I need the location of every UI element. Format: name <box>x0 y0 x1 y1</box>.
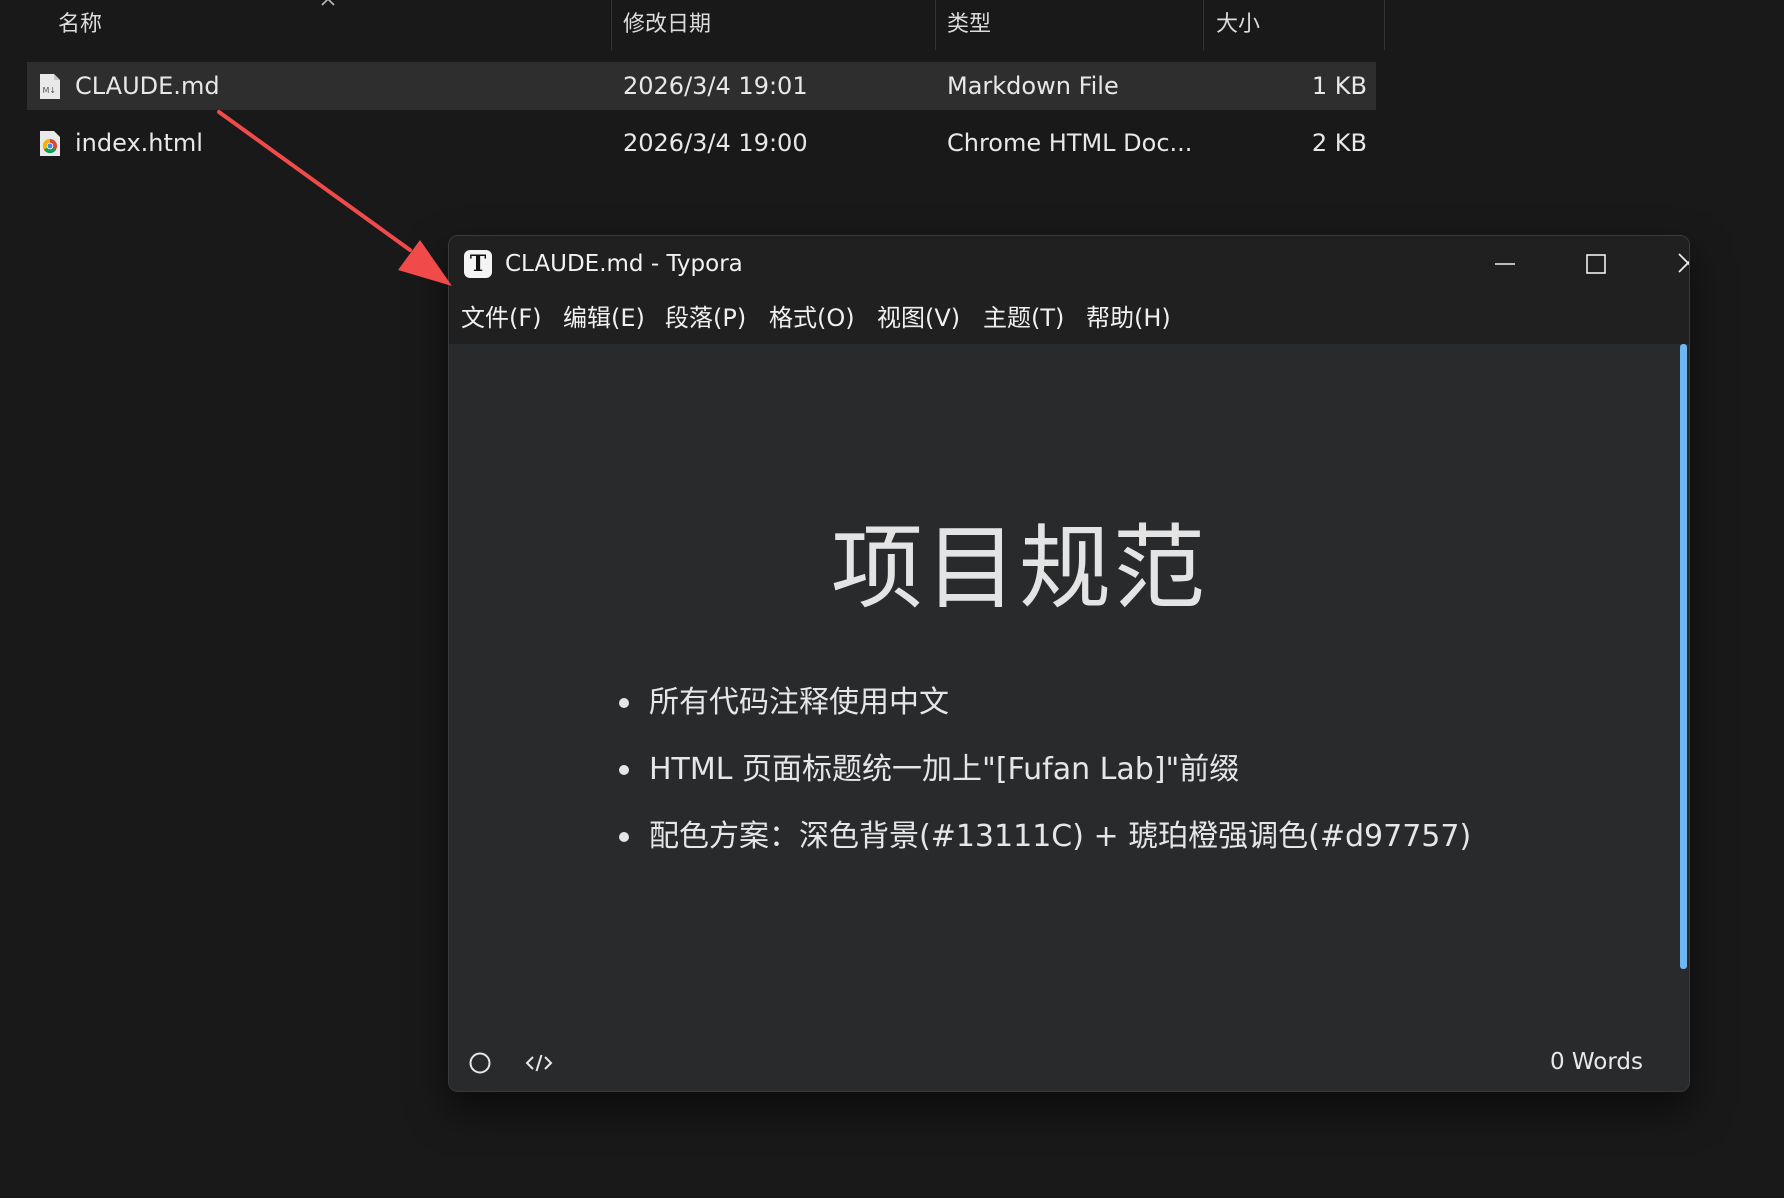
column-header-modified[interactable]: 修改日期 <box>623 0 711 50</box>
close-icon <box>1678 253 1689 273</box>
column-divider[interactable] <box>935 0 936 50</box>
scrollbar[interactable] <box>1680 344 1687 969</box>
list-item-text: HTML 页面标题统一加上"[Fufan Lab]"前缀 <box>649 752 1240 787</box>
outline-toggle-icon[interactable] <box>465 1048 495 1078</box>
file-name: CLAUDE.md <box>75 72 220 100</box>
menu-file[interactable]: 文件(F) <box>461 292 542 344</box>
file-modified-date: 2026/3/4 19:01 <box>623 72 808 100</box>
minimize-button[interactable] <box>1459 236 1549 292</box>
markdown-file-icon: M↓ <box>40 74 60 99</box>
minimize-icon <box>1495 263 1515 265</box>
menu-edit[interactable]: 编辑(E) <box>563 292 645 344</box>
typora-app-icon: T <box>464 250 492 278</box>
chrome-html-file-icon <box>40 131 60 156</box>
word-count[interactable]: 0 Words <box>1550 1034 1643 1091</box>
menu-view[interactable]: 视图(V) <box>877 292 960 344</box>
title-bar[interactable]: T CLAUDE.md - Typora <box>449 236 1689 292</box>
column-header-type[interactable]: 类型 <box>947 0 991 50</box>
maximize-button[interactable] <box>1549 236 1639 292</box>
editor-area[interactable]: 项目规范 所有代码注释使用中文 HTML 页面标题统一加上"[Fufan Lab… <box>449 344 1689 1034</box>
document-heading[interactable]: 项目规范 <box>449 494 1589 627</box>
file-row-claude-md[interactable]: M↓ CLAUDE.md 2026/3/4 19:01 Markdown Fil… <box>27 62 1376 110</box>
file-size: 1 KB <box>1311 72 1367 100</box>
column-header-name[interactable]: 名称 <box>58 0 102 50</box>
list-item[interactable]: 所有代码注释使用中文 <box>619 669 1471 736</box>
typora-window: T CLAUDE.md - Typora 文件(F) 编辑(E) 段落(P) 格… <box>448 235 1690 1092</box>
list-item-text: 所有代码注释使用中文 <box>649 685 949 720</box>
source-code-mode-icon[interactable] <box>524 1048 554 1078</box>
bullet-dot <box>619 698 629 708</box>
bullet-list: 所有代码注释使用中文 HTML 页面标题统一加上"[Fufan Lab]"前缀 … <box>619 669 1471 870</box>
file-type: Markdown File <box>947 72 1119 100</box>
maximize-icon <box>1586 254 1606 274</box>
file-type: Chrome HTML Doc... <box>947 129 1193 157</box>
menu-bar: 文件(F) 编辑(E) 段落(P) 格式(O) 视图(V) 主题(T) 帮助(H… <box>449 292 1689 344</box>
column-divider[interactable] <box>1384 0 1385 50</box>
menu-help[interactable]: 帮助(H) <box>1086 292 1171 344</box>
file-name: index.html <box>75 129 203 157</box>
menu-format[interactable]: 格式(O) <box>769 292 855 344</box>
menu-themes[interactable]: 主题(T) <box>983 292 1064 344</box>
file-size: 2 KB <box>1311 129 1367 157</box>
sort-ascending-icon[interactable] <box>318 0 338 12</box>
list-item[interactable]: 配色方案：深色背景(#13111C) + 琥珀橙强调色(#d97757) <box>619 803 1471 870</box>
svg-text:M↓: M↓ <box>43 86 57 95</box>
status-bar: 0 Words <box>449 1034 1689 1091</box>
file-row-index-html[interactable]: index.html 2026/3/4 19:00 Chrome HTML Do… <box>27 119 1376 167</box>
column-divider[interactable] <box>1203 0 1204 50</box>
file-modified-date: 2026/3/4 19:00 <box>623 129 808 157</box>
column-header-size[interactable]: 大小 <box>1216 0 1260 50</box>
column-divider[interactable] <box>611 0 612 50</box>
bullet-dot <box>619 832 629 842</box>
bullet-dot <box>619 765 629 775</box>
close-button[interactable] <box>1641 236 1689 292</box>
menu-paragraph[interactable]: 段落(P) <box>665 292 746 344</box>
list-item-text: 配色方案：深色背景(#13111C) + 琥珀橙强调色(#d97757) <box>649 819 1472 854</box>
list-item[interactable]: HTML 页面标题统一加上"[Fufan Lab]"前缀 <box>619 736 1471 803</box>
window-title: CLAUDE.md - Typora <box>505 251 743 277</box>
